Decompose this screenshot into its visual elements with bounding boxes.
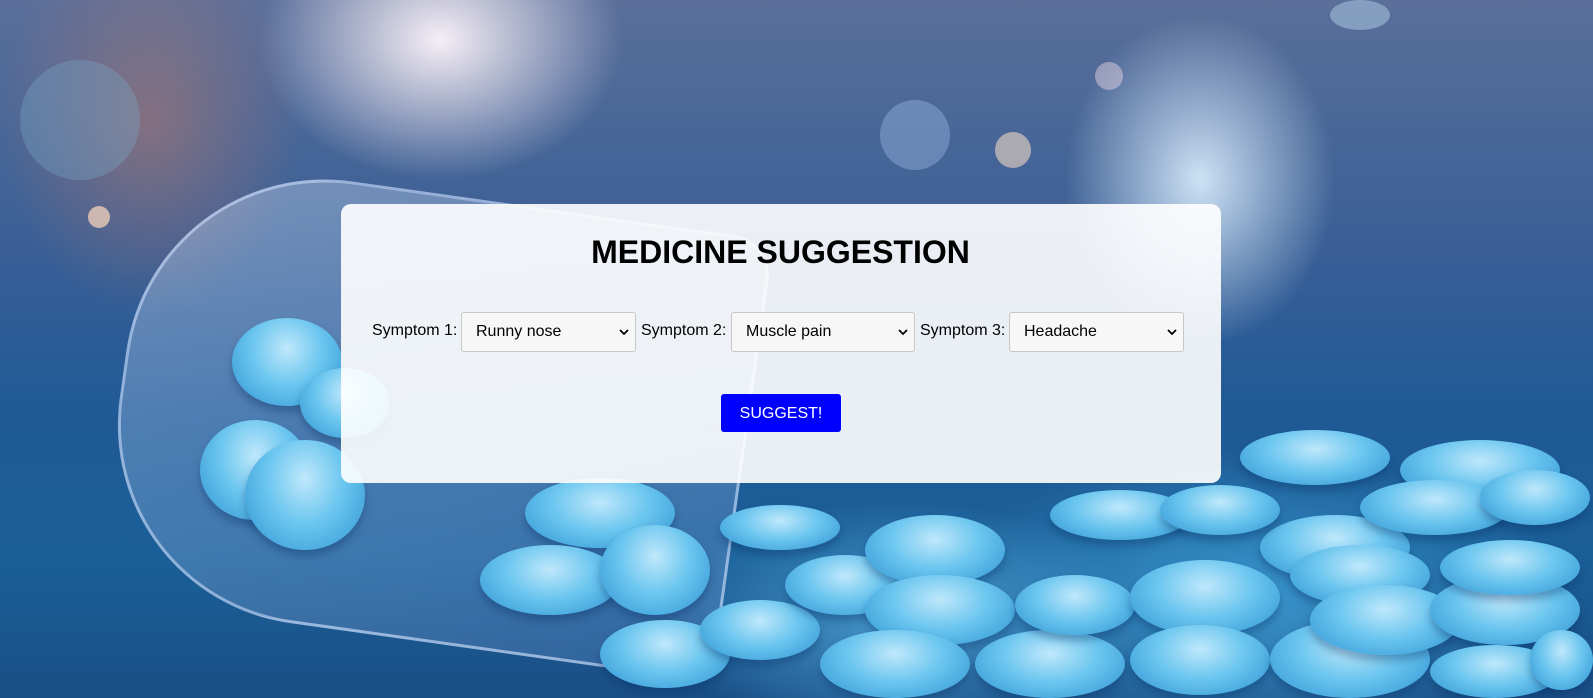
symptom-1-label: Symptom 1: <box>372 322 458 339</box>
symptom-1-selected-value: Runny nose <box>476 323 562 340</box>
symptom-2-label: Symptom 2: <box>641 322 727 339</box>
bokeh-light <box>20 60 140 180</box>
pill <box>1480 470 1590 525</box>
bokeh-light <box>1095 62 1123 90</box>
pill <box>1015 575 1135 635</box>
chevron-down-icon <box>898 329 908 336</box>
page-title: MEDICINE SUGGESTION <box>591 234 970 270</box>
symptom-3-select[interactable]: Headache <box>1009 312 1184 352</box>
pill <box>820 630 970 698</box>
suggest-button[interactable]: SUGGEST! <box>721 394 841 432</box>
symptom-2-selected-value: Muscle pain <box>746 323 832 340</box>
symptom-1-select[interactable]: Runny nose <box>461 312 636 352</box>
pill <box>700 600 820 660</box>
symptom-3-selected-value: Headache <box>1024 323 1097 340</box>
symptom-2-select[interactable]: Muscle pain <box>731 312 915 352</box>
pill <box>1530 630 1593 690</box>
pill <box>1160 485 1280 535</box>
pill <box>1130 560 1280 635</box>
pill <box>1240 430 1390 485</box>
chevron-down-icon <box>1167 329 1177 336</box>
pill <box>480 545 620 615</box>
pill <box>975 630 1125 698</box>
bokeh-light <box>1330 0 1390 30</box>
pill <box>720 505 840 550</box>
symptom-3-label: Symptom 3: <box>920 322 1006 339</box>
pill <box>600 525 710 615</box>
bokeh-light <box>88 206 110 228</box>
bokeh-light <box>880 100 950 170</box>
bokeh-light <box>995 132 1031 168</box>
pill <box>1440 540 1580 595</box>
chevron-down-icon <box>619 329 629 336</box>
pill <box>1130 625 1270 695</box>
